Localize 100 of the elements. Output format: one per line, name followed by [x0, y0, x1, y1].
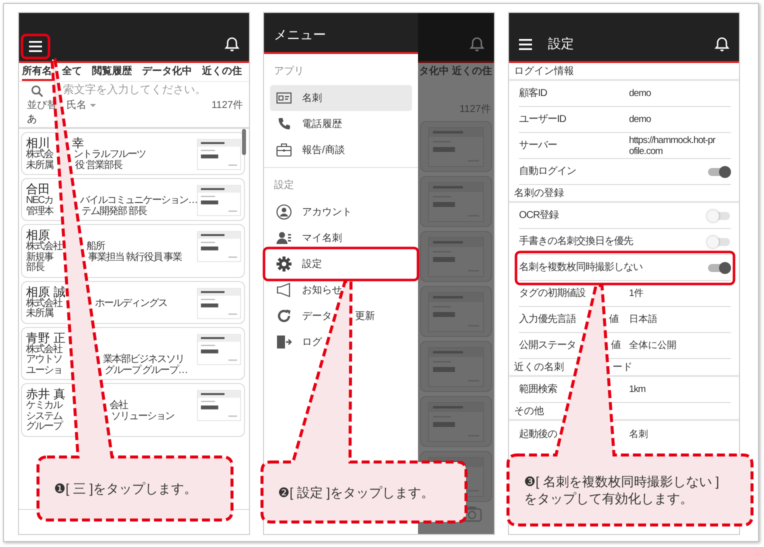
menu-icon[interactable]: [29, 41, 42, 52]
contact-detail: 管理本: [26, 206, 53, 217]
setting-value: demo: [629, 88, 652, 99]
setting-label: 入力優先言語: [519, 312, 576, 327]
menu-item-label: 電話履歴: [302, 118, 342, 132]
notification-icon: [468, 35, 486, 52]
contact-detail: テム開発部 部長: [82, 206, 146, 217]
contact-detail: 未所属: [26, 309, 53, 320]
callout-text: ❷[ 設定 ]をタップします。: [278, 484, 434, 500]
toggle-switch[interactable]: [707, 210, 731, 222]
contact-detail: グループ: [26, 422, 62, 432]
contact-name: 相原: [26, 228, 50, 242]
contact-detail: ユーショ: [26, 366, 62, 376]
section-label: ード: [612, 362, 632, 374]
setting-label: 起動後の: [519, 428, 557, 442]
section-label: ログイン情報: [514, 66, 574, 78]
section-label: その他: [514, 406, 544, 418]
contact-detail: 株式会社: [26, 242, 62, 252]
menu-item[interactable]: ログ: [270, 329, 412, 355]
logout-icon: [276, 334, 292, 350]
contact-name: 合田: [26, 182, 50, 196]
phone-icon: [276, 116, 292, 132]
menu-item[interactable]: 報告/商談: [270, 137, 412, 163]
setting-label: 値: [610, 339, 620, 353]
result-count: 1127件: [211, 99, 243, 113]
callout-text: ❸[ 名刺を複数枚同時撮影しない ]: [524, 473, 720, 490]
menu-item-label: お知らせ: [302, 284, 342, 298]
business-card-item[interactable]: 相川 幸 株式会 ントラルフルーツ 未所属 役 営業部長: [21, 132, 245, 175]
contact-detail: 新規事: [26, 252, 53, 262]
setting-value: 全体に公開: [629, 340, 678, 351]
callout-text: をタップして有効化します。: [524, 490, 694, 507]
business-card-item[interactable]: 相原 株式会社 船所 新規事 事業担当 執行役員 事業 部長: [21, 224, 245, 278]
tab[interactable]: 全て: [62, 63, 82, 81]
contact-detail: バイルコミュニケーション…: [80, 196, 198, 206]
setting-label: OCR登録: [519, 209, 559, 223]
contact-detail: システム: [26, 412, 62, 422]
camera-icon: [462, 505, 482, 522]
megaphone-icon: [276, 282, 292, 298]
setting-label: ユーザーID: [519, 113, 566, 127]
setting-label: 範囲検索: [519, 382, 557, 397]
contact-detail: 事業担当 執行役員 事業: [88, 252, 182, 263]
caret-icon[interactable]: [90, 104, 96, 107]
toggle-switch[interactable]: [707, 262, 731, 274]
contact-name: 赤井 真: [26, 387, 66, 401]
scrollbar: [242, 129, 246, 155]
toggle-switch[interactable]: [707, 236, 731, 248]
menu-item[interactable]: アカウント: [270, 199, 412, 225]
business-card-item[interactable]: 合田 NECカ バイルコミュニケーション… 管理本 テム開発部 部長: [21, 178, 245, 221]
setting-label: サーバー: [519, 139, 557, 153]
setting-label: 値: [608, 313, 618, 327]
contact-detail: アウトソ: [26, 355, 62, 366]
menu-item[interactable]: 設定: [270, 251, 412, 277]
tab[interactable]: 近くの住: [202, 63, 242, 81]
menu-item[interactable]: マイ名刺: [270, 225, 412, 251]
notification-icon[interactable]: [713, 35, 731, 52]
setting-value: 1km: [629, 384, 646, 395]
setting-value: 名刺: [629, 428, 649, 440]
contact-detail: 業本部ビジネスソリ: [102, 355, 184, 365]
menu-item[interactable]: 電話履歴: [270, 111, 412, 137]
menu-item[interactable]: 名刺: [270, 85, 412, 111]
menu-item[interactable]: お知らせ: [270, 277, 412, 303]
setting-value: 1件: [629, 288, 644, 299]
setting-label: タグの初期値設: [519, 286, 586, 301]
screen-title: 設定: [548, 36, 574, 52]
menu-item-label: データ: [302, 310, 332, 324]
setting-value: demo: [629, 114, 652, 125]
contact-detail: 役 営業部長: [74, 160, 122, 171]
users-icon: [276, 230, 292, 246]
contact-detail: 株式会社: [26, 344, 62, 354]
menu-item-label: 報告/商談: [302, 144, 345, 158]
sort-option[interactable]: 氏名: [66, 98, 87, 113]
menu-item[interactable]: データ 更新: [270, 303, 412, 329]
menu-item-label: 名刺: [302, 92, 322, 106]
contact-detail: ントラルフルーツ: [73, 150, 146, 160]
tab[interactable]: データ化中: [142, 63, 192, 81]
account-icon: [276, 204, 292, 220]
tab-label: 近くの住: [452, 64, 492, 79]
search-field[interactable]: 索文字を入力してください。: [19, 83, 213, 98]
menu-item-label: アカウント: [302, 206, 352, 220]
contact-name: 相川: [26, 136, 50, 150]
menu-item-label: ログ: [302, 336, 322, 350]
section-label: 設定: [273, 178, 295, 193]
menu-title: メニュー: [274, 27, 326, 43]
result-count: 1127件: [458, 103, 492, 117]
contact-detail: ホールディングス: [94, 298, 167, 309]
section-label: アプリ: [273, 64, 305, 79]
setting-label: 公開ステータ: [519, 339, 576, 353]
notification-icon[interactable]: [223, 35, 241, 52]
highlight-frame: [20, 34, 50, 60]
setting-label: 手書きの名刺交換日を優先: [519, 234, 633, 249]
tab-label: タ化中: [419, 64, 449, 79]
contact-name: 幸: [72, 136, 84, 150]
contact-detail: 部長: [26, 263, 44, 274]
menu-icon[interactable]: [519, 39, 532, 50]
search-icon[interactable]: [31, 84, 43, 96]
menu-item-label: マイ名刺: [302, 232, 342, 246]
toggle-switch[interactable]: [707, 166, 731, 178]
menu-item-label: 更新: [354, 310, 375, 324]
gear-icon: [276, 256, 292, 272]
tab[interactable]: 閲覧履歴: [92, 63, 132, 81]
